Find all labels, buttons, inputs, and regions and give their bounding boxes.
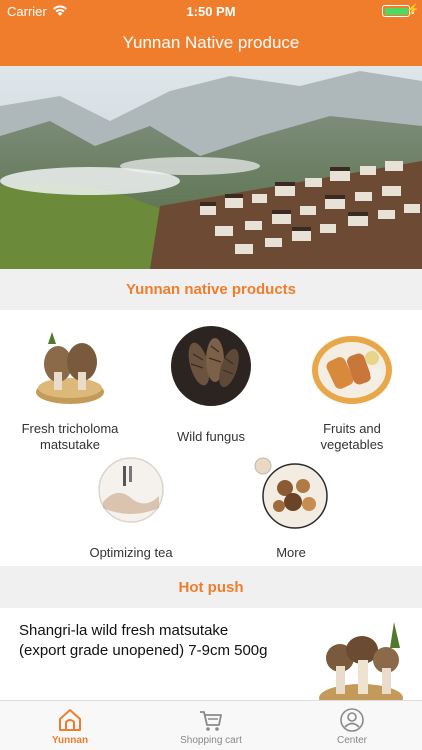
dried-mushrooms-photo xyxy=(254,457,328,529)
category-label: Fresh tricholoma matsutake xyxy=(21,421,119,452)
category-label: Optimizing tea xyxy=(89,545,173,560)
page-title: Yunnan Native produce xyxy=(122,33,300,52)
tab-yunnan[interactable]: Yunnan xyxy=(0,701,140,750)
tab-shopping-cart[interactable]: Shopping cart xyxy=(141,701,281,750)
matsutake-photo xyxy=(36,332,104,404)
category-grid: Fresh tricholoma matsutake Wild fungus F… xyxy=(0,310,422,566)
category-fruits-vegetables[interactable]: Fruits and vegetables xyxy=(292,324,412,453)
home-icon xyxy=(59,709,81,731)
hot-push-item[interactable]: Shangri-la wild fresh matsutake (export … xyxy=(0,608,422,700)
tab-bar: Yunnan Shopping cart Center xyxy=(0,700,422,750)
cart-icon xyxy=(200,711,222,731)
tea-photo xyxy=(98,457,164,523)
category-label: Fruits and vegetables xyxy=(320,421,384,452)
category-label: Wild fungus xyxy=(177,429,245,444)
hero-banner[interactable] xyxy=(0,66,422,269)
matsutake-basket-photo xyxy=(319,622,403,700)
top-bar: Carrier 1:50 PM ⚡ Yunnan Native produce xyxy=(0,0,422,66)
tab-center[interactable]: Center xyxy=(282,701,422,750)
category-tea[interactable]: Optimizing tea xyxy=(71,456,191,561)
tab-label: Shopping cart xyxy=(180,735,242,746)
hot-push-section-title: Hot push xyxy=(0,568,422,608)
category-matsutake[interactable]: Fresh tricholoma matsutake xyxy=(10,324,130,453)
category-more[interactable]: More xyxy=(231,456,351,561)
charging-icon: ⚡ xyxy=(406,4,420,16)
user-icon xyxy=(340,708,364,732)
products-section-title: Yunnan native products xyxy=(0,270,422,310)
product-name: Shangri-la wild fresh matsutake (export … xyxy=(19,622,268,659)
morel-photo xyxy=(171,326,251,406)
vegetables-photo xyxy=(312,336,392,404)
app-screen: Carrier 1:50 PM ⚡ Yunnan Native produce xyxy=(0,0,422,750)
tab-label: Center xyxy=(336,735,367,746)
tab-label: Yunnan xyxy=(51,735,89,746)
category-wild-fungus[interactable]: Wild fungus xyxy=(151,324,271,445)
category-label: More xyxy=(276,545,306,560)
status-bar: Carrier 1:50 PM ⚡ xyxy=(0,0,422,22)
status-time: 1:50 PM xyxy=(186,4,236,19)
